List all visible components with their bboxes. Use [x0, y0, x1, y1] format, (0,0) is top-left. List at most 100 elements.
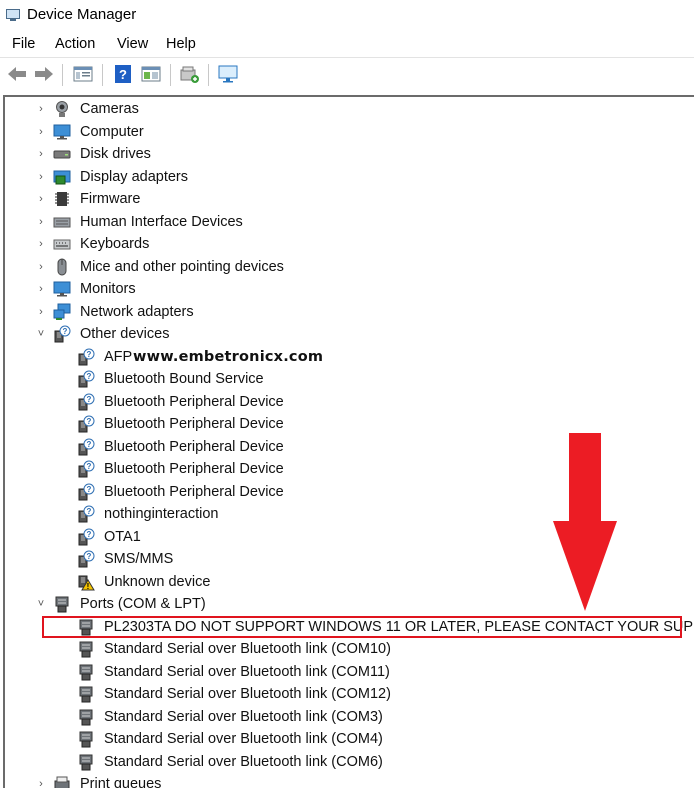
unknown-device-icon: ? [77, 415, 95, 433]
monitor-icon [53, 280, 71, 298]
svg-text:?: ? [87, 530, 92, 539]
properties-icon[interactable] [72, 64, 94, 84]
tree-item-label: Network adapters [80, 303, 194, 320]
back-icon[interactable] [6, 64, 28, 84]
tree-device-item[interactable]: ? AFP www.embetronicx.com [5, 346, 694, 368]
unknown-device-icon: ? [77, 438, 95, 456]
menu-bar: File Action View Help [0, 31, 694, 58]
display-adapter-icon [53, 168, 71, 186]
title-bar: Device Manager [0, 0, 694, 30]
device-manager-icon [6, 8, 20, 21]
tree-category[interactable]: › Cameras [5, 98, 694, 120]
tree-item-label: Other devices [80, 326, 170, 342]
tree-item-label: Bluetooth Peripheral Device [104, 416, 284, 432]
update-driver-icon[interactable] [140, 64, 162, 84]
tree-category[interactable]: › Firmware [5, 188, 694, 210]
tree-device-item[interactable]: Standard Serial over Bluetooth link (COM… [5, 661, 694, 683]
red-arrow [553, 433, 617, 611]
menu-view[interactable]: View [117, 36, 148, 52]
expand-chevron-icon[interactable]: › [35, 233, 47, 255]
tree-item-label: Ports (COM & LPT) [80, 596, 206, 612]
tree-device-item[interactable]: Standard Serial over Bluetooth link (COM… [5, 683, 694, 705]
menu-action[interactable]: Action [55, 36, 95, 52]
unknown-device-icon: ? [77, 393, 95, 411]
expand-chevron-icon[interactable]: › [35, 188, 47, 210]
tree-category[interactable]: › Disk drives [5, 143, 694, 165]
forward-icon[interactable] [33, 64, 55, 84]
network-adapter-icon [53, 303, 71, 321]
computer-icon [53, 123, 71, 141]
tree-category[interactable]: › Computer [5, 121, 694, 143]
tree-category[interactable]: › Mice and other pointing devices [5, 256, 694, 278]
unknown-device-icon: ? [77, 460, 95, 478]
toolbar-separator [208, 64, 209, 86]
expand-chevron-icon[interactable]: › [35, 166, 47, 188]
hid-icon [53, 213, 71, 231]
toolbar-separator [170, 64, 171, 86]
tree-device-item[interactable]: Standard Serial over Bluetooth link (COM… [5, 638, 694, 660]
monitor-icon[interactable] [217, 64, 239, 84]
expand-chevron-icon[interactable]: › [35, 121, 47, 143]
tree-item-label: Unknown device [104, 573, 211, 590]
tree-category[interactable]: › Monitors [5, 278, 694, 300]
svg-text:?: ? [87, 507, 92, 516]
tree-device-item[interactable]: Standard Serial over Bluetooth link (COM… [5, 751, 694, 773]
tree-item-label: OTA1 [104, 528, 141, 545]
tree-device-item[interactable]: ? Bluetooth Peripheral Device [5, 413, 694, 435]
scan-hardware-icon[interactable] [178, 64, 200, 84]
tree-category-other-devices[interactable]: ˅? Other devices [5, 323, 694, 345]
collapse-chevron-icon[interactable]: ˅ [35, 593, 47, 615]
svg-text:?: ? [87, 462, 92, 471]
tree-item-label: Bluetooth Peripheral Device [104, 483, 284, 500]
tree-device-item[interactable]: Standard Serial over Bluetooth link (COM… [5, 728, 694, 750]
watermark: www.embetronicx.com [133, 348, 324, 365]
tree-item-label: Keyboards [80, 236, 150, 252]
tree-category[interactable]: › Display adapters [5, 166, 694, 188]
tree-item-label: Standard Serial over Bluetooth link (COM… [104, 708, 383, 725]
expand-chevron-icon[interactable]: › [35, 143, 47, 165]
unknown-device-icon: ? [77, 550, 95, 568]
collapse-chevron-icon[interactable]: ˅ [35, 323, 47, 345]
tree-device-item[interactable]: ? Bluetooth Peripheral Device [5, 391, 694, 413]
help-icon[interactable]: ? [112, 64, 134, 84]
ports-category-icon [53, 595, 71, 613]
svg-text:?: ? [87, 552, 92, 561]
device-tree[interactable]: › Cameras › Computer › Disk drives › Display ad… [3, 95, 694, 788]
tree-device-item[interactable]: ? Bluetooth Bound Service [5, 368, 694, 390]
unknown-device-icon: ? [77, 483, 95, 501]
expand-chevron-icon[interactable]: › [35, 256, 47, 278]
svg-text:?: ? [87, 350, 92, 359]
tree-category[interactable]: › Human Interface Devices [5, 211, 694, 233]
tree-item-label: Disk drives [80, 146, 151, 162]
menu-help[interactable]: Help [166, 36, 196, 52]
window-title: Device Manager [27, 6, 137, 23]
tree-item-label: Computer [80, 123, 144, 140]
menu-file[interactable]: File [12, 36, 35, 52]
tree-category[interactable]: › Network adapters [5, 301, 694, 323]
unknown-device-icon: ? [77, 505, 95, 523]
tree-item-label: AFP [104, 348, 133, 365]
svg-text:!: ! [87, 582, 90, 591]
toolbar-separator [102, 64, 103, 86]
svg-text:?: ? [119, 67, 127, 82]
svg-text:?: ? [63, 327, 68, 336]
tree-item-label: Bluetooth Peripheral Device [104, 438, 284, 455]
toolbar-separator [62, 64, 63, 86]
port-icon [77, 685, 95, 703]
svg-text:?: ? [87, 372, 92, 381]
tree-category[interactable]: › Keyboards [5, 233, 694, 255]
warning-device-icon: ! [77, 573, 95, 591]
tree-item-label: nothinginteraction [104, 506, 219, 522]
tree-item-label: Display adapters [80, 168, 188, 185]
tree-device-item[interactable]: Standard Serial over Bluetooth link (COM… [5, 706, 694, 728]
camera-icon [53, 100, 71, 118]
tree-item-label: SMS/MMS [104, 551, 174, 567]
tree-item-label: Monitors [80, 281, 136, 297]
expand-chevron-icon[interactable]: › [35, 211, 47, 233]
expand-chevron-icon[interactable]: › [35, 278, 47, 300]
port-icon [77, 730, 95, 748]
expand-chevron-icon[interactable]: › [35, 98, 47, 120]
unknown-device-icon: ? [77, 348, 95, 366]
port-icon [77, 753, 95, 771]
expand-chevron-icon[interactable]: › [35, 301, 47, 323]
